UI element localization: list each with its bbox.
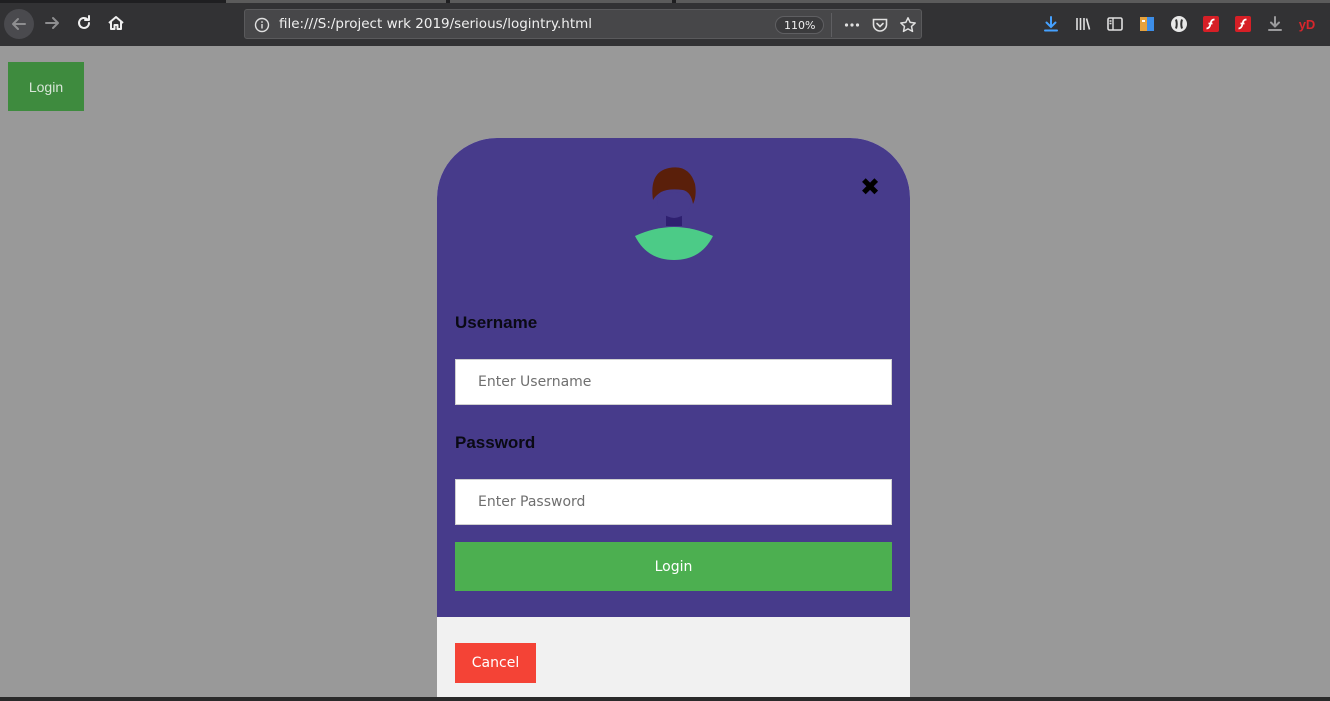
yd-label: yD <box>1298 16 1316 32</box>
password-input[interactable] <box>455 479 892 525</box>
close-glyph: ✖ <box>859 173 881 201</box>
back-icon[interactable] <box>4 9 34 39</box>
browser-toolbar: file:///S:/project wrk 2019/serious/logi… <box>0 0 1330 46</box>
login-form: ✖ Username Password Login <box>437 138 910 617</box>
url-text[interactable]: file:///S:/project wrk 2019/serious/logi… <box>279 16 592 32</box>
tab-strip-line <box>0 0 1330 3</box>
close-icon[interactable]: ✖ <box>857 174 883 200</box>
info-icon[interactable] <box>253 16 271 34</box>
privacy-badger-icon[interactable] <box>1169 14 1189 34</box>
yd-icon[interactable]: yD <box>1297 14 1317 34</box>
username-label: Username <box>455 313 538 332</box>
url-bar[interactable]: file:///S:/project wrk 2019/serious/logi… <box>244 9 922 39</box>
bottom-edge <box>0 697 1330 701</box>
zoom-level-badge[interactable]: 110% <box>775 16 825 34</box>
download-helper-icon[interactable] <box>1265 14 1285 34</box>
login-modal: ✖ Username Password Login Cancel <box>437 138 910 701</box>
reload-icon[interactable] <box>69 8 99 38</box>
username-input[interactable] <box>455 359 892 405</box>
flash-icon[interactable] <box>1201 14 1221 34</box>
sidebar-icon[interactable] <box>1105 14 1125 34</box>
forward-icon[interactable] <box>37 8 67 38</box>
url-separator <box>831 13 832 37</box>
library-icon[interactable] <box>1073 14 1093 34</box>
star-icon[interactable] <box>899 16 917 34</box>
more-icon[interactable] <box>843 16 861 34</box>
extension-icon[interactable] <box>1137 14 1157 34</box>
download-icon[interactable] <box>1041 14 1061 34</box>
cancel-button[interactable]: Cancel <box>455 643 536 683</box>
login-submit-button[interactable]: Login <box>455 542 892 591</box>
home-icon[interactable] <box>101 8 131 38</box>
open-login-button[interactable]: Login <box>8 62 84 111</box>
avatar-icon <box>631 162 717 262</box>
pocket-icon[interactable] <box>871 16 889 34</box>
password-label: Password <box>455 433 536 452</box>
flash-icon[interactable] <box>1233 14 1253 34</box>
